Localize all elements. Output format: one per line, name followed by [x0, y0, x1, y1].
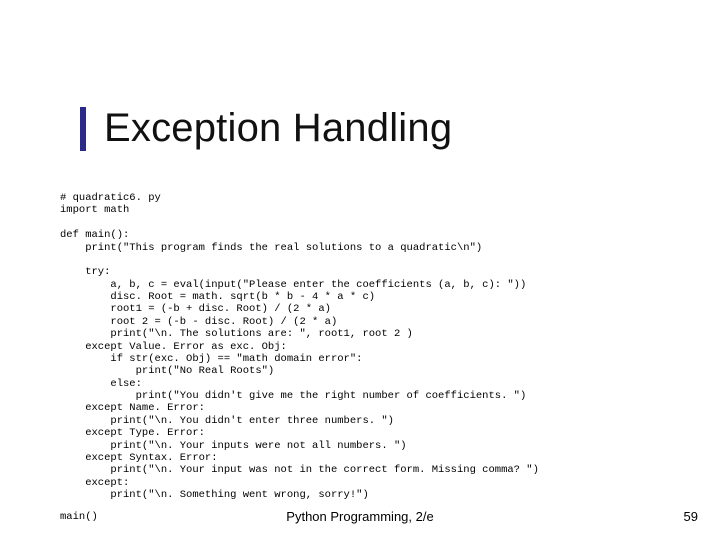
title-wrap: Exception Handling	[80, 106, 452, 151]
slide-title: Exception Handling	[104, 106, 452, 151]
footer-center: Python Programming, 2/e	[0, 509, 720, 524]
page-number: 59	[684, 509, 698, 524]
accent-bar	[80, 107, 86, 151]
slide: Exception Handling # quadratic6. py impo…	[0, 0, 720, 540]
code-block: # quadratic6. py import math def main():…	[60, 192, 680, 501]
footer: main() Python Programming, 2/e 59	[0, 509, 720, 524]
footer-left: main()	[60, 511, 98, 523]
